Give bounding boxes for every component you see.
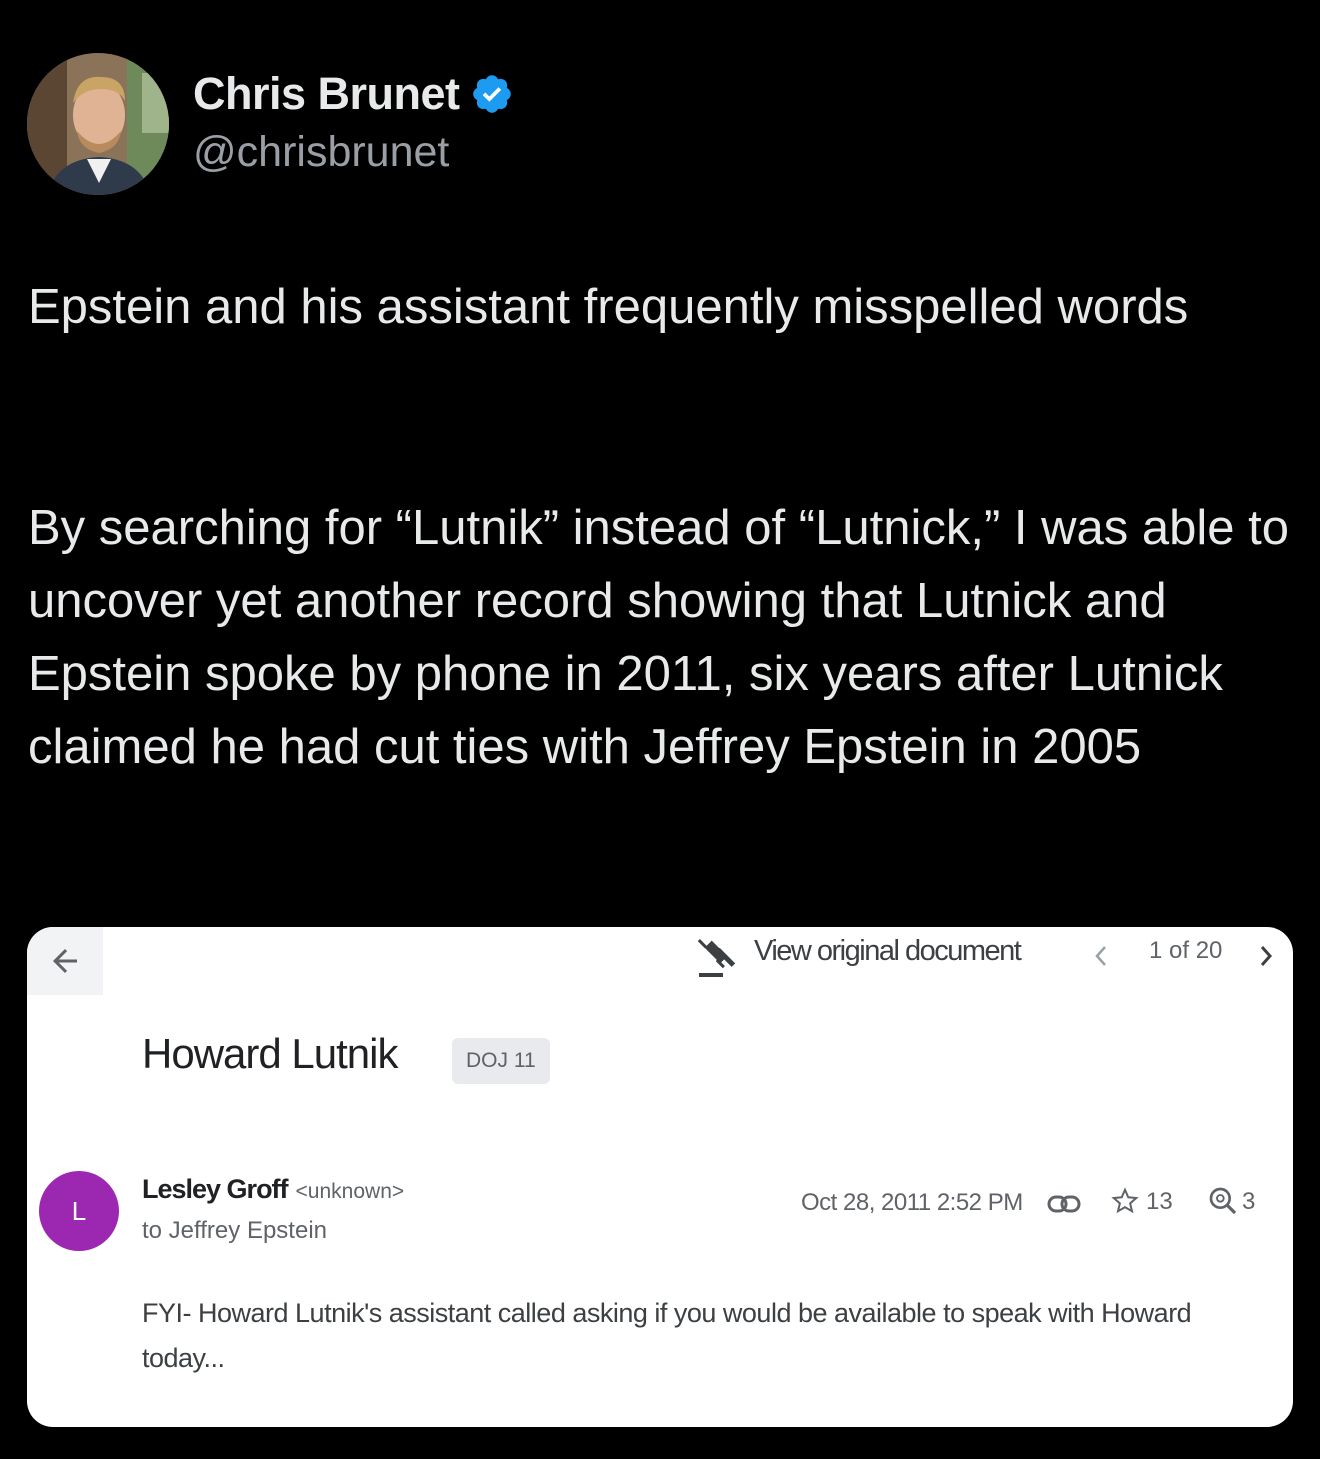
view-original-document-link[interactable]: View original document [754, 935, 1022, 968]
message-date: Oct 28, 2011 2:52 PM [801, 1189, 1023, 1216]
author-photo [27, 53, 169, 195]
source-tag-badge[interactable]: DOJ 11 [452, 1038, 550, 1084]
recipient-line: to Jeffrey Epstein [142, 1217, 327, 1244]
back-button[interactable] [27, 927, 103, 995]
tweet-text-paragraph: Epstein and his assistant frequently mis… [28, 280, 1189, 334]
sender-line: Lesley Groff <unknown> [142, 1174, 404, 1205]
verified-badge-icon [470, 72, 514, 116]
chevron-left-icon[interactable] [1089, 939, 1111, 973]
document-card[interactable]: View original document 1 of 20 Howard Lu… [27, 927, 1293, 1427]
author-name-text[interactable]: Chris Brunet [193, 68, 460, 120]
search-count: 3 [1242, 1188, 1256, 1215]
star-count: 13 [1146, 1188, 1173, 1215]
search-icon[interactable] [1207, 1185, 1239, 1217]
email-subject: Howard Lutnik [142, 1030, 398, 1077]
sender-email: <unknown> [295, 1180, 405, 1203]
arrow-left-icon [53, 949, 77, 973]
tweet-text-paragraph: By searching for “Lutnik” instead of “Lu… [28, 501, 1289, 774]
sender-name: Lesley Groff [142, 1174, 289, 1204]
author-avatar[interactable] [27, 53, 169, 195]
link-icon[interactable] [1047, 1191, 1081, 1217]
chevron-right-icon[interactable] [1255, 939, 1277, 973]
sender-avatar: L [39, 1171, 119, 1251]
pager-count: 1 of 20 [1149, 937, 1223, 964]
email-body: FYI- Howard Lutnik's assistant called as… [142, 1298, 1192, 1373]
star-icon[interactable] [1110, 1186, 1140, 1216]
author-display-name[interactable]: Chris Brunet [193, 68, 514, 120]
gavel-icon[interactable] [695, 937, 743, 981]
author-handle[interactable]: @chrisbrunet [193, 128, 449, 177]
